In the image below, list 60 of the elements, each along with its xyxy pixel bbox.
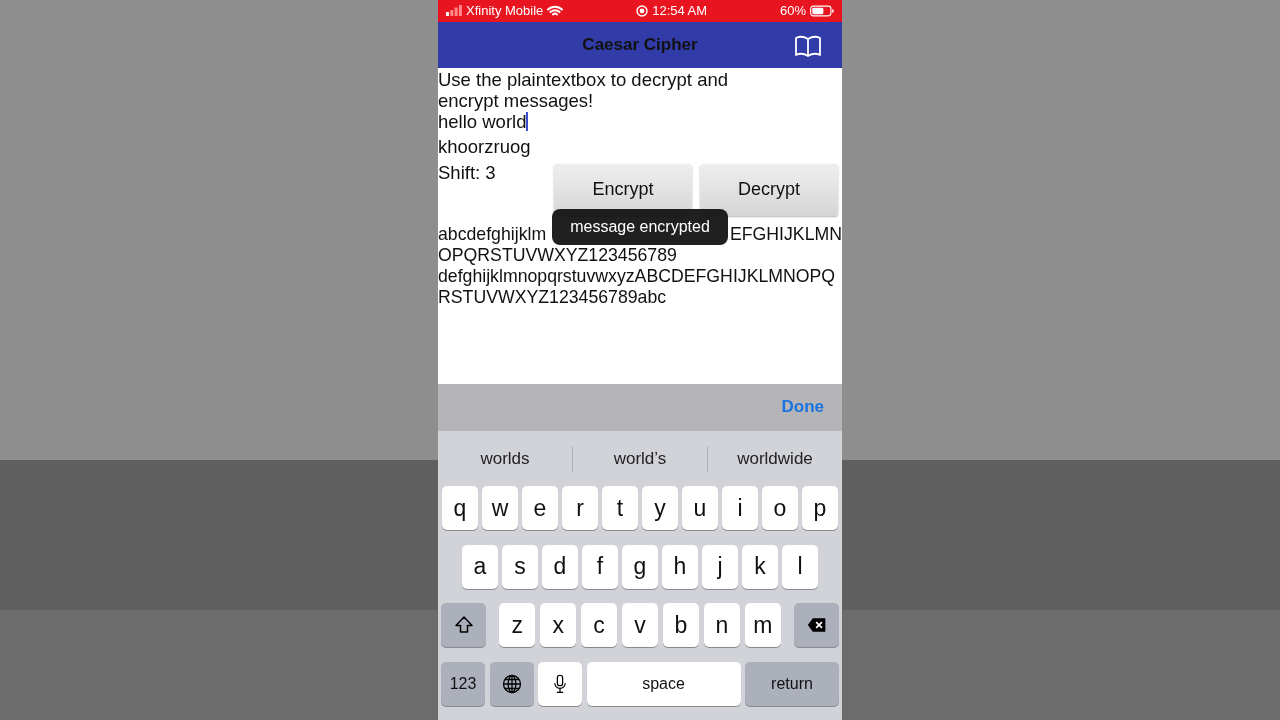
carrier-name: Xfinity Mobile bbox=[466, 3, 544, 19]
alphabet-text: EFGHIJKLMN bbox=[729, 223, 842, 245]
key[interactable]: y bbox=[642, 486, 678, 530]
globe-icon bbox=[501, 673, 522, 694]
microphone-icon bbox=[553, 673, 567, 694]
wifi-icon bbox=[547, 4, 564, 17]
instructions-text: Use the plaintextbox to decrypt and encrypt messages! bbox=[438, 68, 729, 111]
globe-key[interactable] bbox=[489, 661, 534, 706]
signal-icon bbox=[446, 5, 462, 17]
key[interactable]: z bbox=[499, 603, 535, 647]
key[interactable]: m bbox=[745, 603, 781, 647]
numbers-key[interactable]: 123 bbox=[441, 661, 485, 706]
alphabet-text: abcdefghijklm bbox=[438, 223, 547, 245]
key[interactable]: l bbox=[782, 544, 818, 589]
key[interactable]: v bbox=[622, 603, 658, 647]
return-key[interactable]: return bbox=[745, 661, 839, 706]
key[interactable]: d bbox=[542, 544, 578, 589]
key[interactable]: u bbox=[682, 486, 718, 530]
key[interactable]: o bbox=[762, 486, 798, 530]
toast-message: message encrypted bbox=[552, 208, 728, 245]
alphabet-text: OPQRSTUVWXYZ123456789 bbox=[438, 244, 677, 266]
key[interactable]: b bbox=[663, 603, 699, 647]
book-icon[interactable] bbox=[794, 33, 822, 58]
shift-arrow-icon bbox=[453, 615, 474, 635]
key[interactable]: s bbox=[502, 544, 538, 589]
key[interactable]: x bbox=[540, 603, 576, 647]
key[interactable]: k bbox=[742, 544, 778, 589]
key[interactable]: i bbox=[722, 486, 758, 530]
key[interactable]: g bbox=[622, 544, 658, 589]
key[interactable]: f bbox=[582, 544, 618, 589]
key[interactable]: j bbox=[702, 544, 738, 589]
ciphertext-output: khoorzruog bbox=[438, 135, 532, 157]
dictation-key[interactable] bbox=[538, 661, 582, 706]
decrypt-button[interactable]: Decrypt bbox=[700, 163, 838, 216]
key[interactable]: n bbox=[704, 603, 740, 647]
key[interactable]: e bbox=[522, 486, 558, 530]
space-key[interactable]: space bbox=[586, 661, 741, 706]
key[interactable]: p bbox=[802, 486, 838, 530]
shift-key[interactable] bbox=[441, 603, 486, 647]
key[interactable]: h bbox=[662, 544, 698, 589]
battery-icon bbox=[810, 4, 834, 17]
shift-label: Shift: 3 bbox=[438, 161, 496, 185]
app-title: Caesar Cipher bbox=[582, 34, 698, 55]
key[interactable]: q bbox=[442, 486, 478, 530]
alphabet-text: RSTUVWXYZ123456789abc bbox=[438, 286, 667, 308]
alphabet-text: defghijklmnopqrstuvwxyzABCDEFGHIJKLMNOPQ bbox=[438, 265, 836, 287]
key[interactable]: w bbox=[482, 486, 518, 530]
recording-icon bbox=[636, 4, 649, 17]
suggestion[interactable]: worldwide bbox=[708, 448, 842, 469]
key[interactable]: a bbox=[462, 544, 498, 589]
suggestion[interactable]: world’s bbox=[573, 448, 707, 469]
key[interactable]: r bbox=[562, 486, 598, 530]
battery-percent: 60% bbox=[779, 3, 806, 19]
key[interactable]: c bbox=[581, 603, 617, 647]
suggestion[interactable]: worlds bbox=[438, 448, 572, 469]
clock-time: 12:54 AM bbox=[652, 3, 708, 19]
delete-key[interactable] bbox=[794, 603, 839, 647]
key[interactable]: t bbox=[602, 486, 638, 530]
plaintext-field[interactable]: hello world bbox=[438, 110, 638, 132]
backspace-icon bbox=[806, 615, 827, 635]
